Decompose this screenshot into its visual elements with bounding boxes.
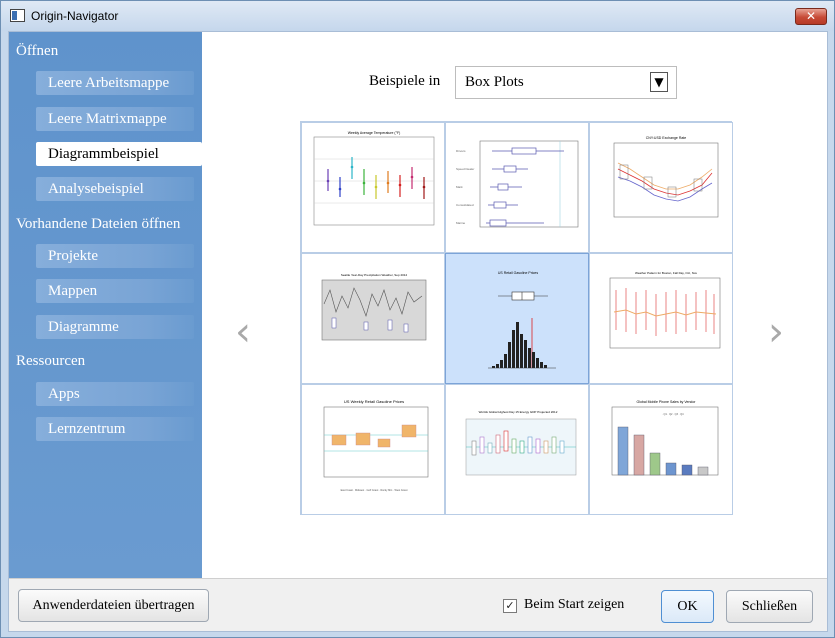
section-head-existing: Vorhandene Dateien öffnen (16, 216, 181, 232)
sidebar-item-learning-center[interactable]: Lernzentrum (36, 417, 194, 441)
thumbnail-5[interactable]: US Retail Gasoline Prices (445, 253, 589, 384)
navigator-window: Origin-Navigator ✕ Öffnen Leere Arbeitsm… (0, 0, 835, 638)
thumbnail-grid: Weekly Average Temperature (°F) Drivers … (300, 121, 733, 515)
thumbnail-caption-7: US Weekly Retail Gasoline Prices (344, 399, 404, 404)
footer-bar: Anwenderdateien übertragen ✓ Beim Start … (9, 578, 827, 631)
svg-text:Mark: Mark (456, 185, 463, 189)
category-select-value: Box Plots (465, 74, 524, 90)
ok-button[interactable]: OK (661, 590, 714, 623)
window-close-button[interactable]: ✕ (795, 8, 827, 25)
thumbnail-caption-8: Worlds Global Highest Day 15 Energy GDP … (479, 410, 558, 414)
show-on-start-label[interactable]: Beim Start zeigen (524, 597, 624, 613)
close-button[interactable]: Schließen (726, 590, 813, 623)
thumbnail-chart-7: US Weekly Retail Gasoline Prices East Co… (323, 399, 429, 492)
chevron-right-icon[interactable]: › (768, 312, 784, 352)
show-on-start-checkbox[interactable]: ✓ (503, 599, 517, 613)
thumbnail-caption-4: Seattle Year-Day Precipitation Weather, … (341, 273, 408, 277)
sidebar-item-projects[interactable]: Projekte (36, 244, 194, 268)
section-head-resources: Ressourcen (16, 353, 86, 369)
sidebar-item-graphs[interactable]: Diagramme (36, 315, 194, 339)
thumbnail-chart-9: Global Mobile Phone Sales by Vendor · Q1… (611, 400, 719, 476)
thumbnail-9[interactable]: Global Mobile Phone Sales by Vendor · Q1… (589, 384, 733, 515)
sidebar-item-graph-sample[interactable]: Diagrammbeispiel (36, 142, 202, 166)
sidebar-item-apps[interactable]: Apps (36, 382, 194, 406)
thumbnail-chart-8: Worlds Global Highest Day 15 Energy GDP … (465, 410, 577, 476)
thumbnail-caption-3: CNY:USD Exchange Rate (646, 136, 687, 140)
thumbnail-caption-6: Weather Pattern for Boston, Fall Day, Oc… (635, 271, 698, 275)
app-icon (10, 9, 25, 22)
svg-text:Speed Dealer: Speed Dealer (456, 167, 474, 171)
client-area: Öffnen Leere Arbeitsmappe Leere Matrixma… (8, 31, 828, 632)
svg-text:East Coast · Midwest · Gulf Co: East Coast · Midwest · Gulf Coast · Rock… (341, 489, 408, 492)
examples-label: Beispiele in (369, 73, 441, 89)
sidebar-item-empty-workbook[interactable]: Leere Arbeitsmappe (36, 71, 194, 95)
thumbnail-8[interactable]: Worlds Global Highest Day 15 Energy GDP … (445, 384, 589, 515)
thumbnail-caption-1: Weekly Average Temperature (°F) (348, 131, 401, 135)
sidebar-item-books[interactable]: Mappen (36, 279, 194, 303)
svg-text:Drivers: Drivers (456, 149, 466, 153)
thumbnail-chart-1: Weekly Average Temperature (°F) (313, 131, 435, 226)
sidebar-item-empty-matrix[interactable]: Leere Matrixmappe (36, 107, 194, 131)
chevron-left-icon[interactable]: ‹ (235, 312, 251, 352)
thumbnail-7[interactable]: US Weekly Retail Gasoline Prices East Co… (301, 384, 445, 515)
sidebar: Öffnen Leere Arbeitsmappe Leere Matrixma… (9, 32, 202, 578)
category-select[interactable]: Box Plots ▼ (455, 66, 677, 99)
thumbnail-caption-9: Global Mobile Phone Sales by Vendor (637, 400, 697, 404)
svg-text:· Q1 · Q2 · Q3 · Q4: · Q1 · Q2 · Q3 · Q4 (662, 413, 684, 416)
chevron-down-icon[interactable]: ▼ (650, 72, 668, 92)
window-title: Origin-Navigator (31, 9, 119, 23)
thumbnail-chart-5: US Retail Gasoline Prices (488, 271, 556, 369)
transfer-user-files-button[interactable]: Anwenderdateien übertragen (18, 589, 209, 622)
thumbnail-caption-5: US Retail Gasoline Prices (498, 271, 539, 275)
thumbnail-6[interactable]: Weather Pattern for Boston, Fall Day, Oc… (589, 253, 733, 384)
thumbnail-chart-4: Seattle Year-Day Precipitation Weather, … (321, 273, 427, 341)
svg-text:Marine: Marine (456, 221, 466, 225)
thumbnail-chart-3: CNY:USD Exchange Rate (613, 136, 719, 218)
svg-text:Consolidated: Consolidated (456, 203, 474, 207)
thumbnail-chart-6: Weather Pattern for Boston, Fall Day, Oc… (609, 271, 721, 349)
section-head-open: Öffnen (16, 43, 59, 59)
thumbnail-chart-2: Drivers Speed Dealer Mark Consolidated Mari… (456, 140, 579, 228)
title-bar[interactable]: Origin-Navigator ✕ (1, 1, 834, 31)
thumbnail-4[interactable]: Seattle Year-Day Precipitation Weather, … (301, 253, 445, 384)
thumbnail-1[interactable]: Weekly Average Temperature (°F) (301, 122, 445, 253)
sidebar-item-analysis-sample[interactable]: Analysebeispiel (36, 177, 194, 201)
thumbnail-3[interactable]: CNY:USD Exchange Rate (589, 122, 733, 253)
thumbnail-2[interactable]: Drivers Speed Dealer Mark Consolidated Mari… (445, 122, 589, 253)
